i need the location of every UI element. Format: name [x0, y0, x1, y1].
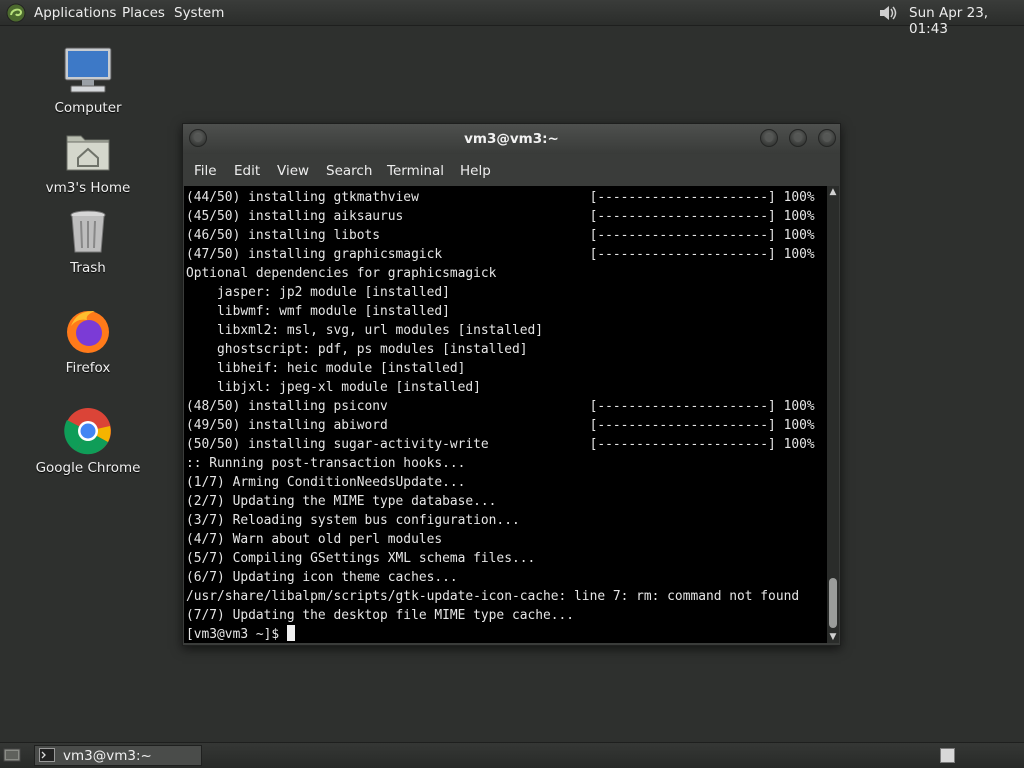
terminal-line: (44/50) installing gtkmathview [--------…	[186, 190, 815, 205]
terminal-line: libwmf: wmf module [installed]	[186, 304, 450, 319]
terminal-line: (49/50) installing abiword [------------…	[186, 418, 815, 433]
shell-prompt: [vm3@vm3 ~]$	[186, 627, 287, 642]
desktop-icon-trash[interactable]: Trash	[30, 206, 146, 276]
desktop-icon-label: Computer	[54, 100, 122, 116]
clock[interactable]: Sun Apr 23, 01:43	[909, 5, 1024, 37]
terminal-icon	[39, 748, 55, 762]
terminal-line: (46/50) installing libots [-------------…	[186, 228, 815, 243]
firefox-icon	[67, 310, 109, 353]
terminal-line: libxml2: msl, svg, url modules [installe…	[186, 323, 543, 338]
scrollbar[interactable]: ▲ ▼	[827, 186, 839, 643]
menu-help[interactable]: Help	[460, 163, 491, 179]
bottom-panel: vm3@vm3:~	[0, 742, 1024, 768]
home-folder-icon	[66, 135, 110, 171]
chrome-icon	[64, 408, 111, 455]
window-titlebar[interactable]: vm3@vm3:~	[183, 124, 840, 154]
scrollbar-thumb[interactable]	[829, 578, 837, 628]
places-menu[interactable]: Places	[122, 5, 165, 21]
terminal-line: ghostscript: pdf, ps modules [installed]	[186, 342, 528, 357]
terminal-line: (48/50) installing psiconv [------------…	[186, 399, 815, 414]
terminal-line: (5/7) Compiling GSettings XML schema fil…	[186, 551, 536, 566]
desktop-icon-label: Trash	[70, 260, 106, 276]
terminal-line: jasper: jp2 module [installed]	[186, 285, 450, 300]
desktop-icon-firefox[interactable]: Firefox	[30, 306, 146, 376]
menu-file[interactable]: File	[194, 163, 217, 179]
terminal-line: (3/7) Reloading system bus configuration…	[186, 513, 520, 528]
terminal-output[interactable]: (44/50) installing gtkmathview [--------…	[184, 186, 827, 643]
terminal-line: /usr/share/libalpm/scripts/gtk-update-ic…	[186, 589, 800, 604]
trash-icon	[70, 210, 106, 253]
terminal-line: :: Running post-transaction hooks...	[186, 456, 466, 471]
terminal-line: libheif: heic module [installed]	[186, 361, 466, 376]
volume-icon[interactable]	[877, 3, 901, 23]
close-button[interactable]	[818, 129, 836, 147]
workspace-switcher[interactable]	[940, 748, 955, 763]
applications-menu[interactable]: Applications	[34, 5, 116, 21]
terminal-line: Optional dependencies for graphicsmagick	[186, 266, 497, 281]
terminal-line: (45/50) installing aiksaurus [----------…	[186, 209, 815, 224]
terminal-line: (2/7) Updating the MIME type database...	[186, 494, 497, 509]
show-desktop-icon[interactable]	[3, 747, 21, 763]
terminal-line: (1/7) Arming ConditionNeedsUpdate...	[186, 475, 466, 490]
terminal-lines: (44/50) installing gtkmathview [--------…	[186, 188, 815, 643]
terminal-line: (4/7) Warn about old perl modules	[186, 532, 443, 547]
desktop-icon-label: Google Chrome	[35, 460, 141, 476]
terminal-line: (7/7) Updating the desktop file MIME typ…	[186, 608, 575, 623]
desktop-icon-label: Firefox	[65, 360, 111, 376]
desktop-icon-chrome[interactable]: Google Chrome	[30, 406, 146, 476]
menu-terminal[interactable]: Terminal	[387, 163, 444, 179]
text-cursor	[286, 625, 295, 641]
top-panel: Applications Places System Sun Apr 23, 0…	[0, 0, 1024, 37]
system-menu[interactable]: System	[174, 5, 224, 21]
window-menubar: File Edit View Search Terminal Help	[183, 154, 840, 186]
minimize-button[interactable]	[760, 129, 778, 147]
taskbar-item-label: vm3@vm3:~	[63, 748, 152, 764]
window-title: vm3@vm3:~	[464, 131, 559, 147]
computer-icon	[64, 47, 112, 93]
terminal-line: (50/50) installing sugar-activity-write …	[186, 437, 815, 452]
terminal-line: (6/7) Updating icon theme caches...	[186, 570, 458, 585]
terminal-line: (47/50) installing graphicsmagick [-----…	[186, 247, 815, 262]
mate-logo-icon[interactable]	[6, 3, 26, 23]
prompt-line[interactable]: [vm3@vm3 ~]$	[186, 625, 815, 643]
desktop-icon-computer[interactable]: Computer	[30, 46, 146, 116]
terminal-line: libjxl: jpeg-xl module [installed]	[186, 380, 481, 395]
taskbar-item-terminal[interactable]: vm3@vm3:~	[34, 745, 202, 766]
menu-search[interactable]: Search	[326, 163, 372, 179]
menu-edit[interactable]: Edit	[234, 163, 260, 179]
desktop-icon-home[interactable]: vm3's Home	[30, 126, 146, 196]
scroll-up-arrow-icon[interactable]: ▲	[827, 186, 839, 198]
desktop-icon-label: vm3's Home	[45, 180, 131, 196]
terminal-window: vm3@vm3:~ File Edit View Search Terminal…	[182, 123, 841, 646]
maximize-button[interactable]	[789, 129, 807, 147]
scroll-down-arrow-icon[interactable]: ▼	[827, 631, 839, 643]
menu-view[interactable]: View	[277, 163, 309, 179]
